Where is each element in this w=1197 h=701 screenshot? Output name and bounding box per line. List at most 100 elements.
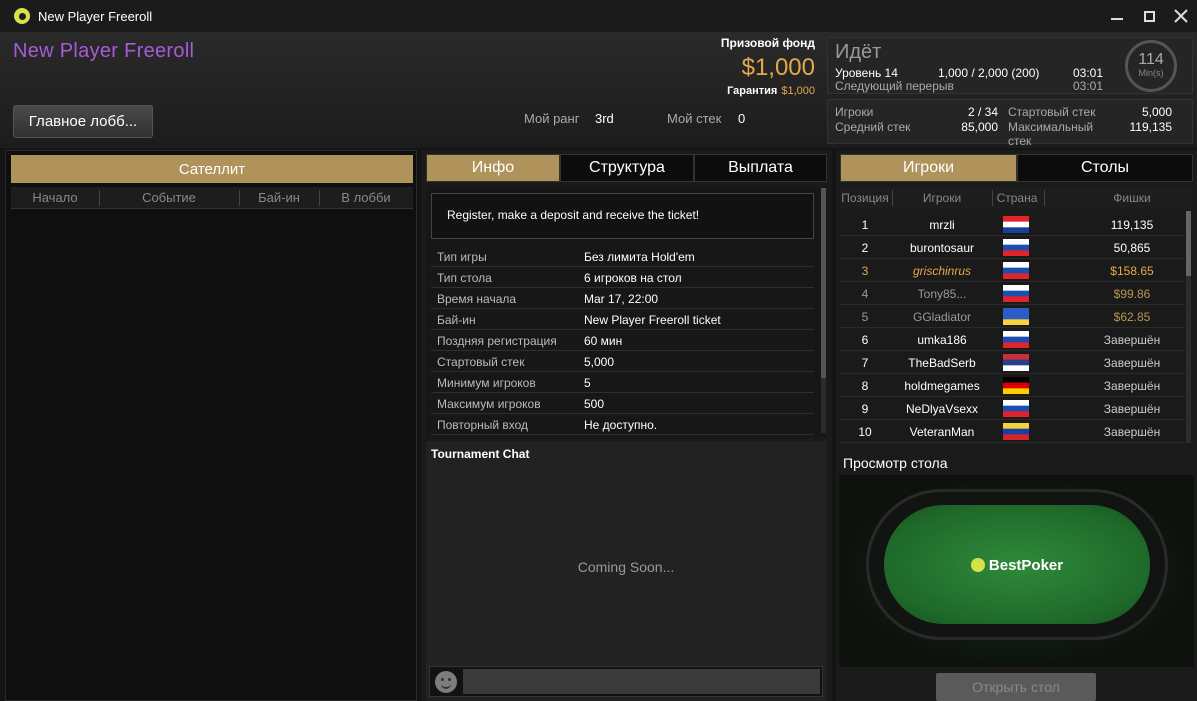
max-stack-label: Максимальный стек — [1008, 120, 1094, 148]
tab-players[interactable]: Игроки — [840, 154, 1017, 182]
player-chips: Завершён — [1103, 333, 1161, 347]
close-button[interactable] — [1165, 0, 1197, 32]
tab-info[interactable]: Инфо — [426, 154, 560, 182]
col-country[interactable]: Страна — [992, 191, 1042, 205]
col-buyin[interactable]: Бай-ин — [239, 190, 319, 205]
stats-box: Игроки 2 / 34 Средний стек 85,000 Старто… — [827, 99, 1193, 148]
tab-structure[interactable]: Структура — [560, 154, 694, 182]
player-name: holdmegames — [904, 379, 980, 393]
info-value: Mar 17, 22:00 — [584, 292, 659, 306]
chat-input[interactable] — [463, 669, 820, 694]
maximize-button[interactable] — [1133, 0, 1165, 32]
chat-input-bar — [429, 666, 823, 697]
info-row: Минимум игроков 5 — [431, 372, 814, 393]
minimize-icon — [1111, 18, 1123, 20]
main-lobby-button[interactable]: Главное лобб... — [13, 105, 153, 138]
player-row[interactable]: 4 Tony85... $99.86 — [840, 282, 1185, 305]
info-scrollbar[interactable] — [821, 188, 826, 433]
info-value: 500 — [584, 397, 605, 411]
satellite-columns: Начало Событие Бай-ин В лобби — [11, 187, 413, 209]
player-name: umka186 — [917, 333, 967, 347]
emoji-icon[interactable] — [435, 671, 457, 693]
player-row[interactable]: 10 VeteranMan Завершён — [840, 420, 1185, 443]
tab-tables[interactable]: Столы — [1017, 154, 1193, 182]
info-value: 6 игроков на стол — [584, 271, 682, 285]
player-position: 9 — [861, 402, 869, 416]
table-preview-title: Просмотр стола — [843, 455, 948, 471]
info-key: Тип стола — [437, 271, 492, 285]
player-position: 2 — [861, 241, 869, 255]
brand-logo: BestPoker — [884, 557, 1150, 574]
level-time: 03:01 — [1073, 66, 1104, 80]
col-in-lobby[interactable]: В лобби — [319, 190, 413, 205]
info-row: Поздняя регистрация 60 мин — [431, 330, 814, 351]
player-row[interactable]: 6 umka186 Завершён — [840, 328, 1185, 351]
prize-pool-label: Призовой фонд — [720, 36, 815, 50]
player-position: 4 — [861, 287, 869, 301]
col-chips[interactable]: Фишки — [1072, 191, 1192, 205]
max-stack-value: 119,135 — [1129, 120, 1173, 134]
close-icon — [1174, 9, 1188, 23]
venezuela-flag-icon — [1003, 423, 1029, 440]
window-title: New Player Freeroll — [38, 8, 153, 24]
level-blinds: 1,000 / 2,000 (200) — [938, 66, 1040, 80]
player-name: NeDlyaVsexx — [905, 402, 979, 416]
info-key: Стартовый стек — [437, 355, 525, 369]
russia-flag-icon — [1003, 262, 1029, 279]
info-key: Бай-ин — [437, 313, 476, 327]
players-panel: Игроки Столы Позиция Игроки Страна Фишки… — [836, 150, 1197, 701]
player-chips: 50,865 — [1113, 241, 1151, 255]
player-row[interactable]: 1 mrzli 119,135 — [840, 213, 1185, 236]
player-name: grischinrus — [912, 264, 972, 278]
info-key: Тип игры — [437, 250, 487, 264]
tab-payout[interactable]: Выплата — [694, 154, 827, 182]
scrollbar-thumb[interactable] — [1186, 211, 1191, 276]
player-chips: Завершён — [1103, 356, 1161, 370]
info-row: Максимум игроков 500 — [431, 393, 814, 414]
player-row[interactable]: 3 grischinrus $158.65 — [840, 259, 1185, 282]
col-event[interactable]: Событие — [99, 190, 239, 205]
info-value: Без лимита Hold'em — [584, 250, 695, 264]
players-scrollbar[interactable] — [1186, 211, 1191, 443]
info-value: 5,000 — [584, 355, 615, 369]
col-start[interactable]: Начало — [11, 190, 99, 205]
player-row[interactable]: 2 burontosaur 50,865 — [840, 236, 1185, 259]
next-break-label: Следующий перерыв — [835, 79, 954, 93]
scrollbar-thumb[interactable] — [821, 188, 826, 378]
guarantee-value: $1,000 — [781, 85, 815, 97]
player-row[interactable]: 9 NeDlyaVsexx Завершён — [840, 397, 1185, 420]
window-controls — [1101, 0, 1197, 32]
player-name: burontosaur — [909, 241, 975, 255]
info-row: Бай-ин New Player Freeroll ticket — [431, 309, 814, 330]
player-chips: $158.65 — [1110, 264, 1154, 278]
info-details: Register, make a deposit and receive the… — [426, 186, 826, 438]
info-value: 60 мин — [584, 334, 623, 348]
info-key: Поздняя регистрация — [437, 334, 557, 348]
start-stack-label: Стартовый стек — [1008, 105, 1096, 119]
column-divider — [1044, 190, 1045, 206]
player-chips: Завершён — [1103, 402, 1161, 416]
slovakia-flag-icon — [1003, 239, 1029, 256]
minimize-button[interactable] — [1101, 0, 1133, 32]
player-chips: $62.85 — [1113, 310, 1151, 324]
title-bar: New Player Freeroll — [0, 0, 1197, 32]
open-table-button[interactable]: Открыть стол — [936, 673, 1096, 701]
player-row[interactable]: 7 TheBadSerb Завершён — [840, 351, 1185, 374]
player-row[interactable]: 8 holdmegames Завершён — [840, 374, 1185, 397]
info-row: Тип игры Без лимита Hold'em — [431, 246, 814, 267]
player-position: 6 — [861, 333, 869, 347]
player-chips: 119,135 — [1110, 218, 1154, 232]
col-position[interactable]: Позиция — [840, 191, 890, 205]
croatia-flag-icon — [1003, 216, 1029, 233]
my-rank-label: Мой ранг — [524, 111, 580, 126]
col-player[interactable]: Игроки — [892, 191, 992, 205]
info-panel: Инфо Структура Выплата Register, make a … — [421, 150, 832, 701]
guarantee-label: Гарантия — [727, 85, 778, 97]
satellite-header[interactable]: Сателлит — [11, 155, 413, 183]
player-position: 8 — [861, 379, 869, 393]
satellite-panel: Сателлит Начало Событие Бай-ин В лобби — [5, 150, 417, 701]
serbia-flag-icon — [1003, 354, 1029, 371]
player-position: 1 — [861, 218, 869, 232]
start-stack-value: 5,000 — [1141, 105, 1172, 119]
player-row[interactable]: 5 GGladiator $62.85 — [840, 305, 1185, 328]
